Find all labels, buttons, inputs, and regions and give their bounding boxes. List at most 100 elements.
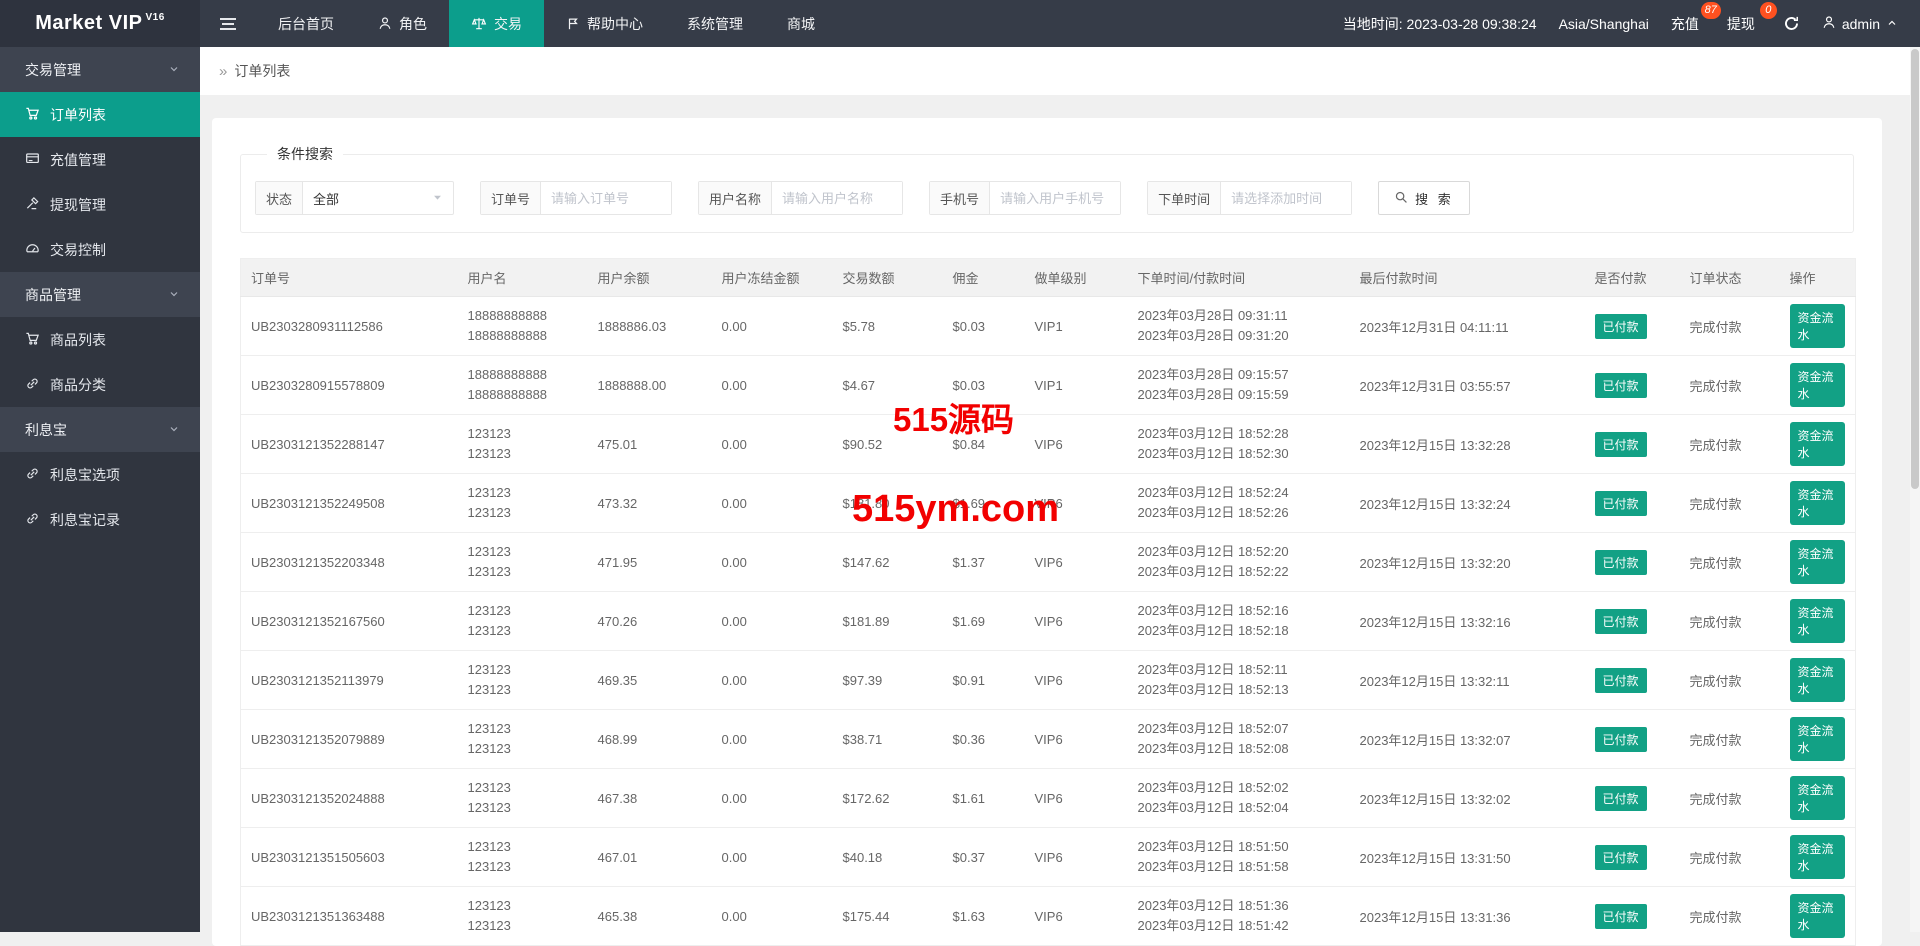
username-cell: 123123 123123 <box>458 769 588 828</box>
username-label: 用户名称 <box>699 182 772 214</box>
sidebar-item-lixibao-records[interactable]: 利息宝记录 <box>0 497 200 542</box>
order-no-cell: UB2303121352288147 <box>241 415 458 474</box>
sidebar: 交易管理 订单列表 充值管理 提现管理 交易控制 商品管理 商品列表 商品分类 … <box>0 47 200 932</box>
table-header-cell: 操作 <box>1780 259 1856 297</box>
fund-flow-button[interactable]: 资金流水 <box>1790 540 1846 584</box>
order-no-cell: UB2303280915578809 <box>241 356 458 415</box>
order-status-cell: 完成付款 <box>1680 474 1780 533</box>
refresh-icon[interactable] <box>1783 15 1800 32</box>
nav-item-mall[interactable]: 商城 <box>765 0 837 47</box>
nav-item-trade[interactable]: 交易 <box>449 0 544 47</box>
balance-cell: 475.01 <box>588 415 712 474</box>
action-cell: 资金流水 <box>1780 887 1856 946</box>
table-header-cell: 交易数额 <box>833 259 943 297</box>
fund-flow-button[interactable]: 资金流水 <box>1790 835 1846 879</box>
fund-flow-button[interactable]: 资金流水 <box>1790 599 1846 643</box>
fund-flow-button[interactable]: 资金流水 <box>1790 363 1846 407</box>
sidebar-toggle-icon[interactable] <box>200 0 256 47</box>
paid-status-badge: 已付款 <box>1595 845 1647 870</box>
order-time-input[interactable] <box>1221 182 1351 214</box>
status-select[interactable]: 全部 <box>303 182 453 214</box>
balance-cell: 471.95 <box>588 533 712 592</box>
nav-item-dashboard[interactable]: 后台首页 <box>256 0 356 47</box>
sidebar-item-order-list[interactable]: 订单列表 <box>0 92 200 137</box>
balance-cell: 473.32 <box>588 474 712 533</box>
sidebar-item-withdraw-mgmt[interactable]: 提现管理 <box>0 182 200 227</box>
timezone: Asia/Shanghai <box>1559 16 1649 32</box>
table-header-cell: 用户名 <box>458 259 588 297</box>
balance-cell: 469.35 <box>588 651 712 710</box>
amount-cell: $5.78 <box>833 297 943 356</box>
frozen-cell: 0.00 <box>712 592 833 651</box>
gavel-icon <box>25 196 40 214</box>
balance-cell: 470.26 <box>588 592 712 651</box>
table-row: UB2303121352079889 123123 123123 468.99 … <box>241 710 1856 769</box>
level-cell: VIP6 <box>1025 710 1128 769</box>
nav-item-roles[interactable]: 角色 <box>356 0 449 47</box>
sidebar-item-trade-control[interactable]: 交易控制 <box>0 227 200 272</box>
amount-cell: $181.89 <box>833 592 943 651</box>
action-cell: 资金流水 <box>1780 474 1856 533</box>
sidebar-item-goods-category[interactable]: 商品分类 <box>0 362 200 407</box>
fund-flow-button[interactable]: 资金流水 <box>1790 304 1846 348</box>
order-status-cell: 完成付款 <box>1680 769 1780 828</box>
username-input[interactable] <box>772 182 902 214</box>
sidebar-group-label: 商品管理 <box>25 285 81 305</box>
search-button[interactable]: 搜 索 <box>1378 181 1470 215</box>
amount-cell: $90.52 <box>833 415 943 474</box>
username-cell: 123123 123123 <box>458 474 588 533</box>
fund-flow-button[interactable]: 资金流水 <box>1790 481 1846 525</box>
sidebar-item-label: 充值管理 <box>50 150 106 170</box>
order-pay-time-cell: 2023年03月12日 18:52:20 2023年03月12日 18:52:2… <box>1128 533 1350 592</box>
username-cell: 123123 123123 <box>458 828 588 887</box>
fund-flow-button[interactable]: 资金流水 <box>1790 422 1846 466</box>
withdraw-link[interactable]: 提现 0 <box>1727 14 1761 34</box>
nav-item-help[interactable]: 帮助中心 <box>544 0 665 47</box>
username-filter-group: 用户名称 <box>698 181 903 215</box>
sidebar-item-goods-list[interactable]: 商品列表 <box>0 317 200 362</box>
app-logo[interactable]: Market VIPV16 <box>0 0 200 47</box>
action-cell: 资金流水 <box>1780 651 1856 710</box>
chevron-up-icon <box>1886 16 1898 32</box>
level-cell: VIP6 <box>1025 415 1128 474</box>
commission-cell: $0.03 <box>943 297 1025 356</box>
sidebar-item-recharge-mgmt[interactable]: 充值管理 <box>0 137 200 182</box>
table-header-cell: 是否付款 <box>1585 259 1680 297</box>
order-no-input[interactable] <box>541 182 671 214</box>
cart-icon <box>25 106 40 124</box>
recharge-link[interactable]: 充值 87 <box>1671 14 1705 34</box>
amount-cell: $175.44 <box>833 887 943 946</box>
fund-flow-button[interactable]: 资金流水 <box>1790 658 1846 702</box>
table-row: UB2303280931112586 18888888888 188888888… <box>241 297 1856 356</box>
commission-cell: $1.69 <box>943 592 1025 651</box>
order-no-cell: UB2303121352024888 <box>241 769 458 828</box>
table-row: UB2303280915578809 18888888888 188888888… <box>241 356 1856 415</box>
fund-flow-button[interactable]: 资金流水 <box>1790 776 1846 820</box>
order-pay-time-cell: 2023年03月12日 18:52:02 2023年03月12日 18:52:0… <box>1128 769 1350 828</box>
orders-table-body: UB2303280931112586 18888888888 188888888… <box>241 297 1856 946</box>
scrollbar-thumb[interactable] <box>1911 49 1919 489</box>
sidebar-item-label: 订单列表 <box>50 105 106 125</box>
commission-cell: $0.03 <box>943 356 1025 415</box>
sidebar-item-label: 利息宝记录 <box>50 510 120 530</box>
sidebar-item-lixibao-options[interactable]: 利息宝选项 <box>0 452 200 497</box>
sidebar-group-lixibao[interactable]: 利息宝 <box>0 407 200 452</box>
action-cell: 资金流水 <box>1780 297 1856 356</box>
action-cell: 资金流水 <box>1780 828 1856 887</box>
frozen-cell: 0.00 <box>712 474 833 533</box>
order-status-cell: 完成付款 <box>1680 710 1780 769</box>
paid-cell: 已付款 <box>1585 533 1680 592</box>
sidebar-group-goods-mgmt[interactable]: 商品管理 <box>0 272 200 317</box>
nav-item-label: 交易 <box>494 14 522 34</box>
fund-flow-button[interactable]: 资金流水 <box>1790 717 1846 761</box>
nav-item-system[interactable]: 系统管理 <box>665 0 765 47</box>
table-row: UB2303121351363488 123123 123123 465.38 … <box>241 887 1856 946</box>
order-pay-time-cell: 2023年03月12日 18:52:11 2023年03月12日 18:52:1… <box>1128 651 1350 710</box>
phone-input[interactable] <box>990 182 1120 214</box>
fund-flow-button[interactable]: 资金流水 <box>1790 894 1846 938</box>
sidebar-group-trade-mgmt[interactable]: 交易管理 <box>0 47 200 92</box>
user-menu[interactable]: admin <box>1822 15 1898 33</box>
orders-table-wrap: 订单号用户名用户余额用户冻结金额交易数额佣金做单级别下单时间/付款时间最后付款时… <box>240 258 1854 946</box>
commission-cell: $1.69 <box>943 474 1025 533</box>
withdraw-count-badge: 0 <box>1760 2 1777 19</box>
